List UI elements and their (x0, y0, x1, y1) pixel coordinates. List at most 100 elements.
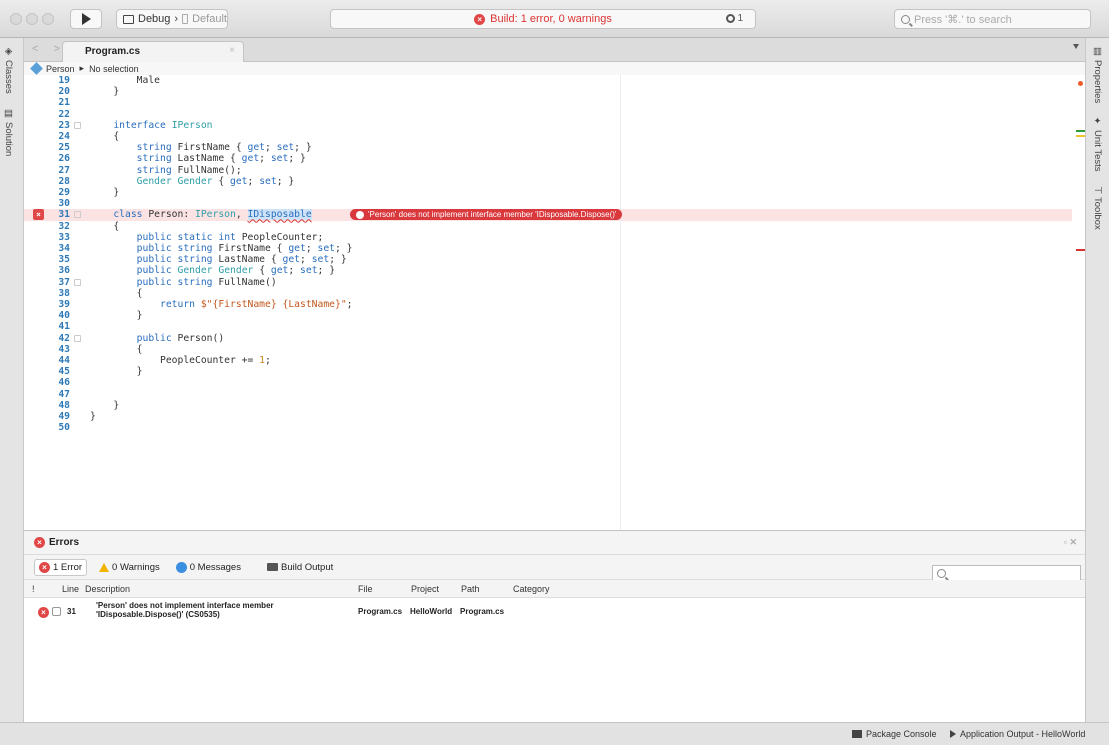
code-line-38[interactable]: 38 { (24, 288, 1072, 299)
code-line-19[interactable]: 19 Male (24, 75, 1072, 86)
line-number[interactable]: 33 (42, 232, 70, 243)
line-number[interactable]: 24 (42, 131, 70, 142)
code-line-41[interactable]: 41 (24, 321, 1072, 332)
line-number[interactable]: 36 (42, 265, 70, 276)
line-number[interactable]: 42 (42, 333, 70, 344)
code-line-21[interactable]: 21 (24, 97, 1072, 108)
toolbox-pad-tab[interactable]: ⊤ Toolbox (1092, 186, 1103, 230)
code-text[interactable]: public Person() (90, 333, 225, 344)
code-text[interactable]: public string FullName() (90, 277, 277, 288)
line-number[interactable]: 41 (42, 321, 70, 332)
close-window-button[interactable] (10, 13, 22, 25)
line-number[interactable]: 28 (42, 176, 70, 187)
line-number[interactable]: 26 (42, 153, 70, 164)
line-number[interactable]: 39 (42, 299, 70, 310)
code-line-42[interactable]: 42 public Person() (24, 333, 1072, 344)
col-path[interactable]: Path (461, 584, 480, 594)
line-number[interactable]: 49 (42, 411, 70, 422)
code-line-43[interactable]: 43 { (24, 344, 1072, 355)
table-row[interactable]: × 31 'Person' does not implement interfa… (24, 598, 1085, 626)
line-number[interactable]: 35 (42, 254, 70, 265)
code-line-26[interactable]: 26 string LastName { get; set; } (24, 153, 1072, 164)
code-text[interactable]: interface IPerson (90, 120, 212, 131)
code-text[interactable]: class Person: IPerson, IDisposable (90, 209, 312, 221)
code-line-37[interactable]: 37 public string FullName() (24, 277, 1072, 288)
code-text[interactable]: string FullName(); (90, 165, 242, 176)
code-text[interactable]: } (90, 86, 119, 97)
code-line-39[interactable]: 39 return $"{FirstName} {LastName}"; (24, 299, 1072, 310)
line-number[interactable]: 46 (42, 377, 70, 388)
code-line-35[interactable]: 35 public string LastName { get; set; } (24, 254, 1072, 265)
code-text[interactable]: public string LastName { get; set; } (90, 254, 347, 265)
code-line-46[interactable]: 46 (24, 377, 1072, 388)
notification-count[interactable]: 1 (726, 13, 743, 24)
configuration-selector[interactable]: Debug › Default (116, 9, 228, 29)
line-number[interactable]: 25 (42, 142, 70, 153)
zoom-window-button[interactable] (42, 13, 54, 25)
line-number[interactable]: 44 (42, 355, 70, 366)
package-console-button[interactable]: Package Console (852, 729, 937, 739)
line-number[interactable]: 43 (42, 344, 70, 355)
line-number[interactable]: 38 (42, 288, 70, 299)
line-number[interactable]: 37 (42, 277, 70, 288)
gutter-error-icon[interactable]: × (33, 209, 44, 221)
code-line-32[interactable]: 32 { (24, 221, 1072, 232)
code-line-30[interactable]: 30 (24, 198, 1072, 209)
code-line-31[interactable]: 31 class Person: IPerson, IDisposable × 'P… (24, 209, 1072, 221)
line-number[interactable]: 45 (42, 366, 70, 377)
application-output-button[interactable]: Application Output - HelloWorld (950, 729, 1085, 739)
col-file[interactable]: File (358, 584, 373, 594)
line-number[interactable]: 20 (42, 86, 70, 97)
code-line-22[interactable]: 22 (24, 109, 1072, 120)
pad-window-controls[interactable]: ▫ ✕ (1064, 537, 1077, 548)
code-text[interactable]: PeopleCounter += 1; (90, 355, 271, 366)
fold-toggle-icon[interactable] (74, 121, 81, 129)
tab-list-chevron-icon[interactable] (1073, 44, 1079, 49)
col-description[interactable]: Description (85, 584, 130, 594)
unit-tests-pad-tab[interactable]: ✦ Unit Tests (1092, 116, 1103, 172)
line-number[interactable]: 40 (42, 310, 70, 321)
code-line-33[interactable]: 33 public static int PeopleCounter; (24, 232, 1072, 243)
messages-filter-toggle[interactable]: 0 Messages (172, 560, 245, 575)
global-search-input[interactable]: Press '⌘.' to search (894, 9, 1091, 29)
line-number[interactable]: 22 (42, 109, 70, 120)
line-number[interactable]: 19 (42, 75, 70, 86)
tab-program-cs[interactable]: Program.cs × (62, 41, 244, 62)
code-text[interactable]: } (90, 310, 143, 321)
code-line-50[interactable]: 50 (24, 422, 1072, 433)
code-line-28[interactable]: 28 Gender Gender { get; set; } (24, 176, 1072, 187)
code-line-49[interactable]: 49} (24, 411, 1072, 422)
line-number[interactable]: 21 (42, 97, 70, 108)
errors-filter-toggle[interactable]: × 1 Error (34, 558, 88, 576)
code-line-47[interactable]: 47 (24, 389, 1072, 400)
code-line-40[interactable]: 40 } (24, 310, 1072, 321)
code-text[interactable]: string FirstName { get; set; } (90, 142, 312, 153)
code-line-45[interactable]: 45 } (24, 366, 1072, 377)
line-number[interactable]: 31 (42, 209, 70, 220)
line-number[interactable]: 32 (42, 221, 70, 232)
breadcrumb-member[interactable]: No selection (89, 64, 139, 74)
warnings-filter-toggle[interactable]: 0 Warnings (95, 560, 164, 575)
line-number[interactable]: 47 (42, 389, 70, 400)
properties-pad-tab[interactable]: ▥ Properties (1092, 46, 1103, 103)
code-text[interactable]: } (90, 366, 143, 377)
code-line-29[interactable]: 29 } (24, 187, 1072, 198)
code-text[interactable]: } (90, 187, 119, 198)
build-status-bar[interactable]: × Build: 1 error, 0 warnings 1 (330, 9, 756, 29)
code-text[interactable]: } (90, 411, 96, 422)
run-button[interactable] (70, 9, 102, 29)
breadcrumb-class[interactable]: Person (46, 64, 75, 74)
inline-error-bubble[interactable]: 'Person' does not implement interface me… (350, 209, 623, 221)
code-line-44[interactable]: 44 PeopleCounter += 1; (24, 355, 1072, 366)
col-severity[interactable]: ! (32, 584, 35, 594)
code-line-20[interactable]: 20 } (24, 86, 1072, 97)
classes-pad-tab[interactable]: ◈ Classes (3, 46, 14, 94)
code-line-34[interactable]: 34 public string FirstName { get; set; } (24, 243, 1072, 254)
code-text[interactable]: return $"{FirstName} {LastName}"; (90, 299, 353, 310)
col-project[interactable]: Project (411, 584, 439, 594)
line-number[interactable]: 29 (42, 187, 70, 198)
line-number[interactable]: 30 (42, 198, 70, 209)
solution-pad-tab[interactable]: ▤ Solution (3, 108, 14, 156)
code-text[interactable]: Male (90, 75, 160, 86)
line-number[interactable]: 34 (42, 243, 70, 254)
